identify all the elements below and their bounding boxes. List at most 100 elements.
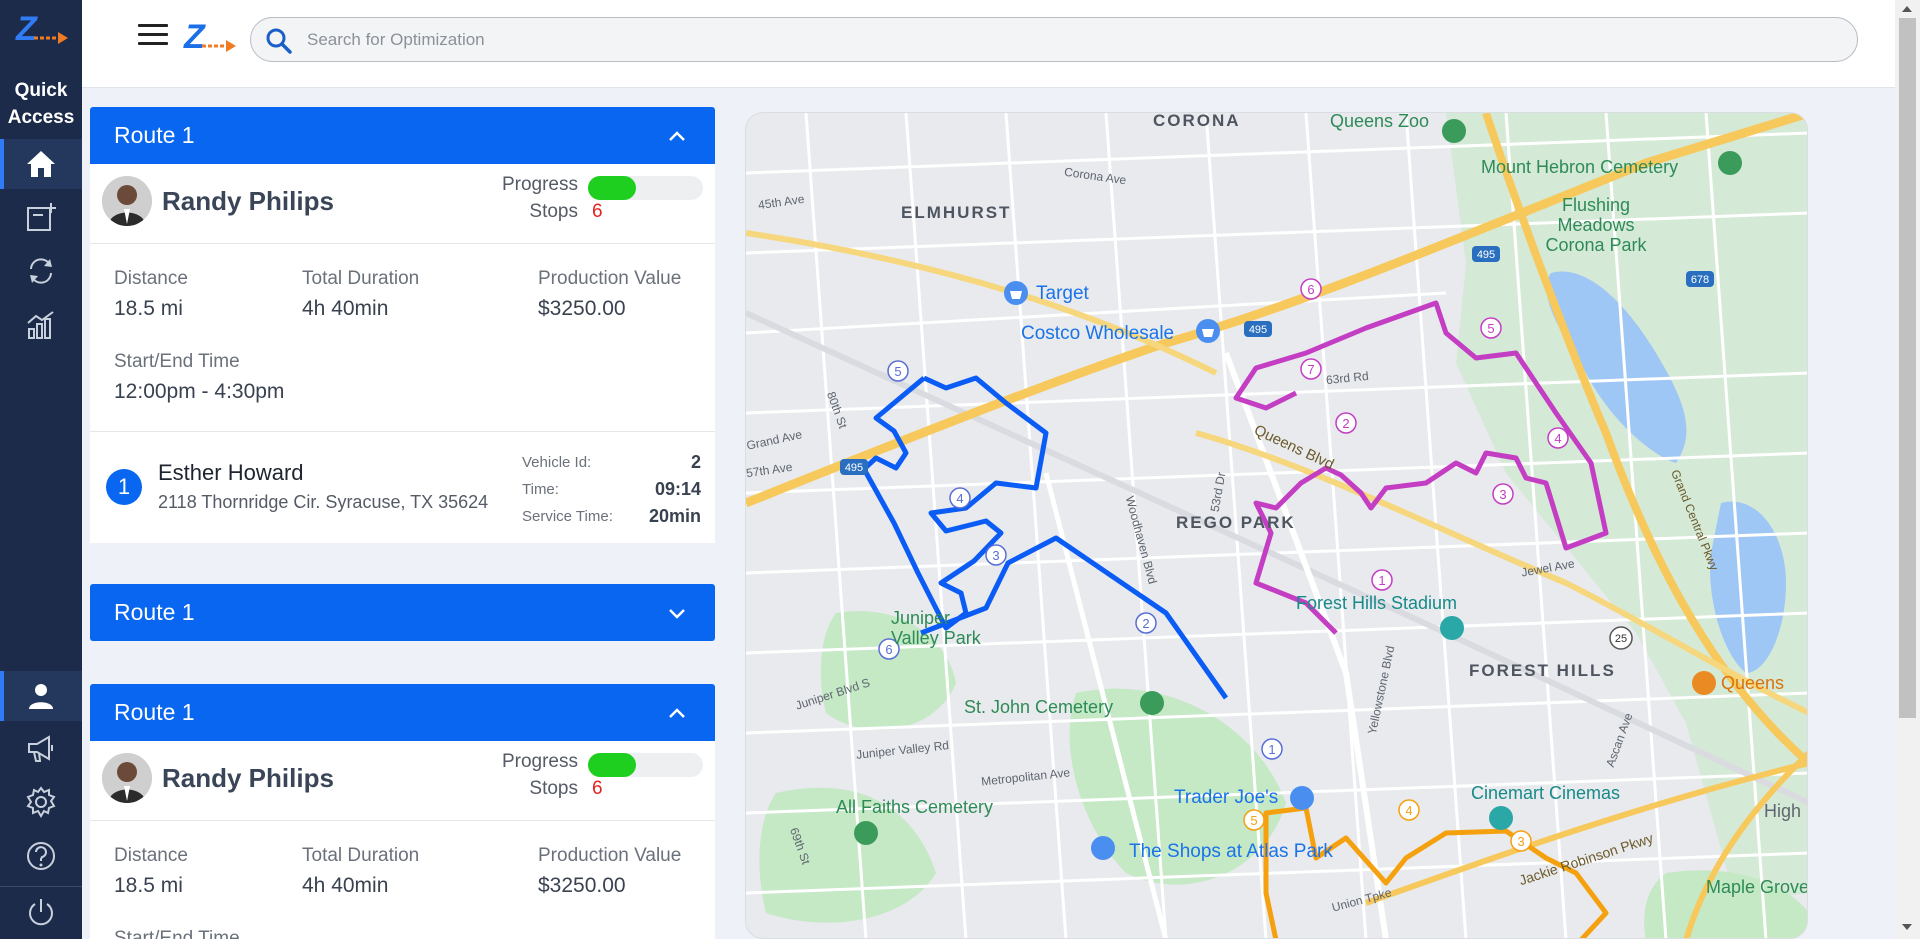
svg-text:4: 4	[1405, 803, 1412, 818]
svg-text:3: 3	[1499, 487, 1506, 502]
new-note-nav[interactable]	[0, 192, 82, 242]
scroll-up-arrow-icon[interactable]	[1902, 6, 1912, 12]
stop-address: 2118 Thornridge Cir. Syracuse, TX 35624	[158, 492, 489, 512]
progress-label: Progress	[501, 751, 578, 772]
route-card-header[interactable]: Route 1	[90, 684, 715, 741]
progress-bar	[588, 753, 703, 777]
avatar	[102, 176, 152, 226]
driver-name: Randy Philips	[162, 763, 334, 793]
map-place-label: All Faiths Cemetery	[836, 797, 994, 817]
progress-fill	[588, 176, 637, 200]
duration-value: 4h 40min	[302, 874, 389, 897]
map-place-label: St. John Cemetery	[964, 697, 1114, 717]
map-place-label: Flushing Meadows Corona Park	[1545, 195, 1647, 255]
gear-icon	[26, 786, 56, 818]
route-card-header[interactable]: Route 1	[90, 107, 715, 164]
progress-fill	[588, 753, 637, 777]
duration-label: Total Duration	[302, 268, 420, 289]
svg-text:4: 4	[1554, 431, 1561, 446]
chevron-up-icon[interactable]	[667, 126, 687, 146]
svg-text:678: 678	[1691, 274, 1709, 286]
quick-access-label: Quick Access	[7, 80, 75, 128]
svg-text:2: 2	[1342, 416, 1349, 431]
map-place-label: Costco Wholesale	[1021, 323, 1175, 344]
home-nav[interactable]	[0, 139, 82, 189]
duration-label: Total Duration	[302, 845, 420, 866]
svg-text:Z: Z	[183, 18, 206, 56]
production-label: Production Value	[538, 268, 682, 289]
map-area-label: FOREST HILLS	[1469, 661, 1616, 680]
map-place-label: Mount Hebron Cemetery	[1481, 157, 1679, 177]
map-place-label: Target	[1036, 283, 1089, 304]
svg-text:1: 1	[1378, 573, 1385, 588]
scroll-down-arrow-icon[interactable]	[1902, 924, 1912, 930]
sync-icon	[30, 258, 52, 284]
map-place-label: Maple Grove C	[1706, 877, 1808, 897]
svg-text:5: 5	[1250, 813, 1257, 828]
svg-text:7: 7	[1307, 362, 1314, 377]
route-title: Route 1	[114, 122, 195, 148]
scroll-thumb[interactable]	[1899, 18, 1916, 718]
header-logo[interactable]: Z	[182, 18, 238, 58]
map-place-label: Juniper Valley Park	[891, 608, 981, 648]
svg-text:5: 5	[1487, 321, 1494, 336]
route-card-body: Randy Philips Progress Stops 6 Distance …	[90, 164, 715, 543]
time-label: Start/End Time	[114, 351, 240, 372]
vehicle-id-label: Vehicle Id:	[522, 454, 592, 471]
stop-row[interactable]: 1 Esther Howard 2118 Thornridge Cir. Syr…	[90, 431, 715, 543]
stops-label: Stops	[529, 201, 578, 222]
menu-toggle-icon[interactable]	[138, 24, 168, 46]
help-nav[interactable]	[0, 831, 82, 881]
distance-value: 18.5 mi	[114, 874, 183, 897]
stops-label: Stops	[529, 778, 578, 799]
map-place-label: Queens	[1721, 673, 1785, 693]
map-place-label: Queens Zoo	[1330, 112, 1430, 131]
production-value: $3250.00	[538, 874, 626, 897]
sidebar: Z Quick Access	[0, 0, 82, 939]
chevron-up-icon[interactable]	[667, 703, 687, 723]
route-card-body: Randy Philips Progress Stops 6 Distance …	[90, 741, 715, 939]
page-scrollbar[interactable]	[1895, 0, 1920, 939]
top-bar: Z	[82, 0, 1895, 88]
search-icon[interactable]	[265, 27, 293, 55]
announcements-nav[interactable]	[0, 723, 82, 773]
route-title: Route 1	[114, 599, 195, 625]
logout-nav[interactable]	[0, 887, 82, 937]
analytics-icon	[27, 311, 54, 339]
svg-text:2: 2	[1142, 616, 1149, 631]
route-map[interactable]: 5 4 3 2 6 1 6 7 2 5 4 3 1 4 5 3 495 495 …	[745, 112, 1808, 939]
analytics-nav[interactable]	[0, 300, 82, 350]
megaphone-icon	[28, 735, 53, 762]
svg-text:495: 495	[845, 462, 863, 474]
vehicle-id-value: 2	[690, 452, 701, 472]
svg-text:495: 495	[1249, 324, 1267, 336]
distance-value: 18.5 mi	[114, 297, 183, 320]
app-logo[interactable]: Z	[14, 10, 70, 50]
help-icon	[27, 842, 55, 870]
production-value: $3250.00	[538, 297, 626, 320]
power-icon	[29, 899, 53, 926]
user-nav[interactable]	[0, 671, 82, 721]
stop-number-badge: 1	[106, 469, 142, 505]
stop-customer-name: Esther Howard	[158, 460, 304, 485]
distance-label: Distance	[114, 268, 188, 289]
svg-text:25: 25	[1615, 633, 1627, 645]
driver-row: Randy Philips Progress Stops 6	[90, 164, 715, 244]
search-bar[interactable]	[250, 17, 1858, 62]
map-area-label: ELMHURST	[901, 203, 1012, 222]
settings-nav[interactable]	[0, 777, 82, 827]
svg-text:495: 495	[1477, 249, 1495, 261]
time-label: Start/End Time	[114, 928, 240, 939]
route-card-header[interactable]: Route 1	[90, 584, 715, 641]
search-input[interactable]	[307, 26, 1807, 54]
map-place-label: Cinemart Cinemas	[1471, 783, 1621, 803]
svg-text:6: 6	[1307, 282, 1314, 297]
sync-nav[interactable]	[0, 246, 82, 296]
stop-time-value: 09:14	[654, 479, 701, 499]
add-note-icon	[27, 203, 56, 231]
user-icon	[29, 684, 53, 709]
time-value: 12:00pm - 4:30pm	[114, 380, 285, 403]
chevron-down-icon[interactable]	[667, 603, 687, 623]
svg-text:1: 1	[1268, 742, 1275, 757]
svg-text:Z: Z	[15, 10, 38, 48]
